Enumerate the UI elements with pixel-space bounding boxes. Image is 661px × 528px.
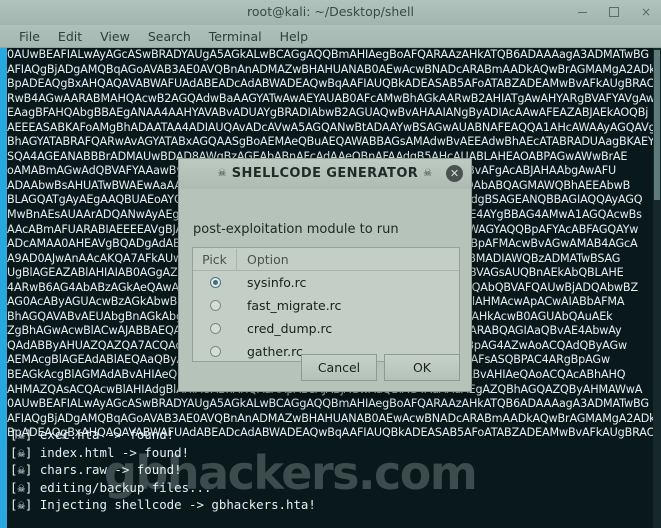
maximize-icon[interactable]: [605, 3, 623, 21]
option-rows-container: sysinfo.rc fast_migrate.rc cred_dump.rcgat…: [193, 271, 459, 361]
skull-icon-right: ☠: [423, 168, 433, 179]
radio-button-sysinfo-rc[interactable]: [209, 277, 221, 288]
dialog-title: ☠ SHELLCODE GENERATOR ☠: [179, 166, 471, 181]
radio-button-gather-rc[interactable]: [209, 346, 221, 357]
option-label: sysinfo.rc: [247, 275, 307, 290]
radio-button-fast_migrate-rc[interactable]: [209, 300, 221, 311]
window-title: root@kali: ~/Desktop/shell: [247, 4, 414, 19]
option-label: gather.rc: [247, 344, 303, 359]
option-row[interactable]: fast_migrate.rc: [193, 294, 459, 317]
minimize-icon[interactable]: [573, 3, 591, 21]
close-icon[interactable]: ×: [637, 3, 655, 21]
menu-item-help[interactable]: Help: [271, 27, 318, 46]
menu-item-edit[interactable]: Edit: [49, 27, 91, 46]
radio-cell[interactable]: [193, 300, 237, 311]
dialog-title-text: SHELLCODE GENERATOR: [231, 166, 419, 181]
skull-icon-left: ☠: [217, 168, 227, 179]
radio-cell[interactable]: [193, 277, 237, 288]
shellcode-generator-dialog[interactable]: ☠ SHELLCODE GENERATOR ☠ ✕ post-exploitat…: [178, 158, 472, 392]
terminal-log-output: [☠] exec.hta -> found! [☠] index.html ->…: [10, 427, 316, 512]
option-row[interactable]: cred_dump.rc: [193, 317, 459, 340]
option-label: cred_dump.rc: [247, 321, 333, 336]
terminal-left-edge: [0, 48, 7, 528]
menu-item-file[interactable]: File: [10, 27, 49, 46]
option-row[interactable]: sysinfo.rc: [193, 271, 459, 294]
menu-item-search[interactable]: Search: [139, 27, 200, 46]
cancel-button[interactable]: Cancel: [301, 354, 377, 381]
ok-button[interactable]: OK: [384, 354, 460, 381]
window-titlebar: root@kali: ~/Desktop/shell ×: [0, 0, 661, 26]
option-table-header: Pick Option: [193, 248, 459, 271]
dialog-button-row: Cancel OK: [301, 354, 460, 381]
option-table: Pick Option sysinfo.rc fast_migrate.rccre…: [192, 247, 460, 362]
dialog-close-icon[interactable]: ✕: [446, 165, 463, 182]
column-header-pick: Pick: [193, 248, 237, 270]
dialog-titlebar: ☠ SHELLCODE GENERATOR ☠ ✕: [179, 159, 471, 189]
radio-cell[interactable]: [193, 323, 237, 334]
option-label: fast_migrate.rc: [247, 298, 342, 313]
scrollbar-thumb[interactable]: [654, 50, 660, 200]
window-controls: ×: [573, 3, 655, 21]
menu-item-view[interactable]: View: [91, 27, 139, 46]
terminal-scrollbar[interactable]: [653, 48, 661, 528]
dialog-prompt: post-exploitation module to run: [193, 222, 399, 237]
screen-root: root@kali: ~/Desktop/shell × File Edit V…: [0, 0, 661, 528]
menu-item-terminal[interactable]: Terminal: [200, 27, 271, 46]
radio-cell[interactable]: [193, 346, 237, 357]
column-header-option: Option: [247, 251, 289, 267]
radio-button-cred_dump-rc[interactable]: [209, 323, 221, 334]
menubar: File Edit View Search Terminal Help: [0, 25, 661, 48]
